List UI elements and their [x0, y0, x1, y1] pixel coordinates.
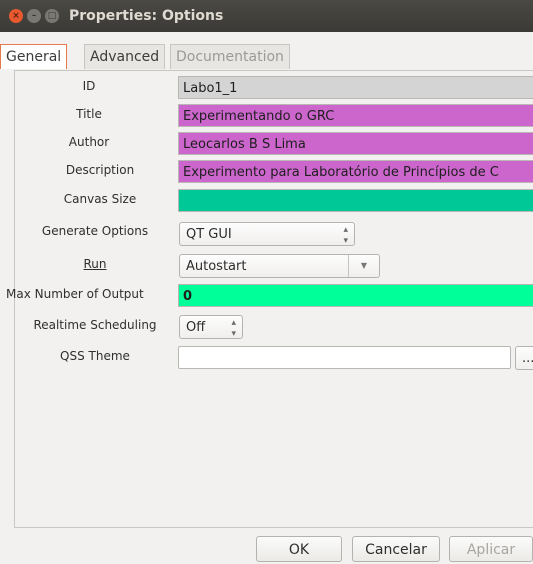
generate-options-value: QT GUI [186, 227, 232, 242]
qss-browse-button[interactable]: ... [515, 346, 533, 370]
qss-theme-field[interactable] [178, 346, 511, 369]
spin-arrows-icon: ▴ ▾ [231, 318, 236, 339]
description-field[interactable]: Experimento para Laboratório de Princípi… [178, 160, 533, 183]
id-field[interactable]: Labo1_1 [178, 76, 533, 99]
generate-options-label: Generate Options [41, 224, 149, 238]
canvas-size-label: Canvas Size [63, 192, 137, 206]
apply-button: Aplicar [449, 536, 533, 562]
ok-button[interactable]: OK [256, 536, 342, 562]
cancel-button[interactable]: Cancelar [352, 536, 440, 562]
run-label: Run [83, 257, 107, 271]
realtime-select[interactable]: Off ▴ ▾ [179, 315, 243, 339]
run-value: Autostart [186, 259, 247, 274]
qss-theme-label: QSS Theme [60, 349, 130, 363]
generate-options-select[interactable]: QT GUI ▴ ▾ [179, 222, 355, 246]
max-output-field[interactable]: 0 [178, 284, 533, 307]
tab-documentation: Documentation [170, 44, 290, 69]
author-label: Author [68, 135, 110, 149]
title-field[interactable]: Experimentando o GRC [178, 104, 533, 127]
realtime-label: Realtime Scheduling [33, 318, 157, 332]
tab-general[interactable]: General [0, 44, 68, 69]
id-label: ID [82, 79, 96, 93]
close-window-button[interactable]: × [9, 9, 23, 23]
maximize-window-button[interactable]: □ [45, 9, 59, 23]
description-label: Description [65, 163, 135, 177]
chevron-down-icon: ▼ [348, 255, 379, 277]
author-field[interactable]: Leocarlos B S Lima [178, 132, 533, 155]
tab-advanced[interactable]: Advanced [84, 44, 166, 69]
run-select[interactable]: Autostart ▼ [179, 254, 380, 278]
window-title: Properties: Options [69, 8, 224, 24]
minimize-window-button[interactable]: – [27, 9, 41, 23]
canvas-size-field[interactable] [178, 189, 533, 212]
window-titlebar: × – □ Properties: Options [0, 0, 533, 32]
max-output-label: Max Number of Output [6, 287, 144, 301]
realtime-value: Off [186, 320, 206, 335]
title-label: Title [76, 107, 102, 121]
spin-arrows-icon: ▴ ▾ [343, 225, 348, 246]
